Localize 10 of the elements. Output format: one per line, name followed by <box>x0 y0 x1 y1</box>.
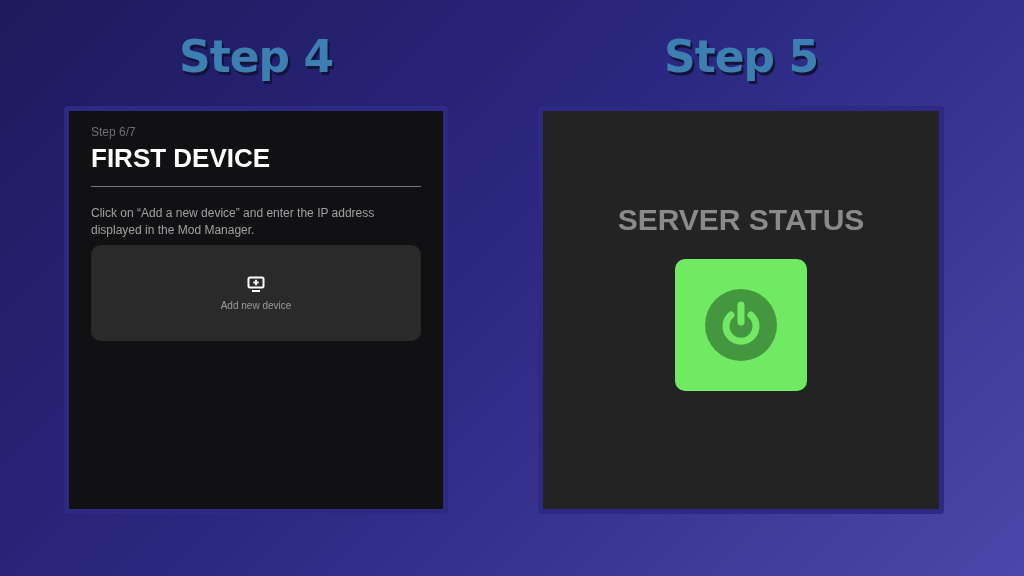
instructions-text: Click on “Add a new device” and enter the IP address displayed in the Mod Manager. <box>91 205 376 239</box>
step-heading: Step 4 <box>179 30 333 84</box>
monitor-plus-icon <box>247 275 265 292</box>
screen-title: FIRST DEVICE <box>91 143 272 174</box>
power-icon <box>704 288 778 362</box>
power-button[interactable] <box>675 259 807 391</box>
add-device-button[interactable]: Add new device <box>91 245 421 341</box>
server-status-title: SERVER STATUS <box>617 203 865 237</box>
step-heading: Step 5 <box>664 30 818 84</box>
step-counter: Step 6/7 <box>91 125 137 139</box>
